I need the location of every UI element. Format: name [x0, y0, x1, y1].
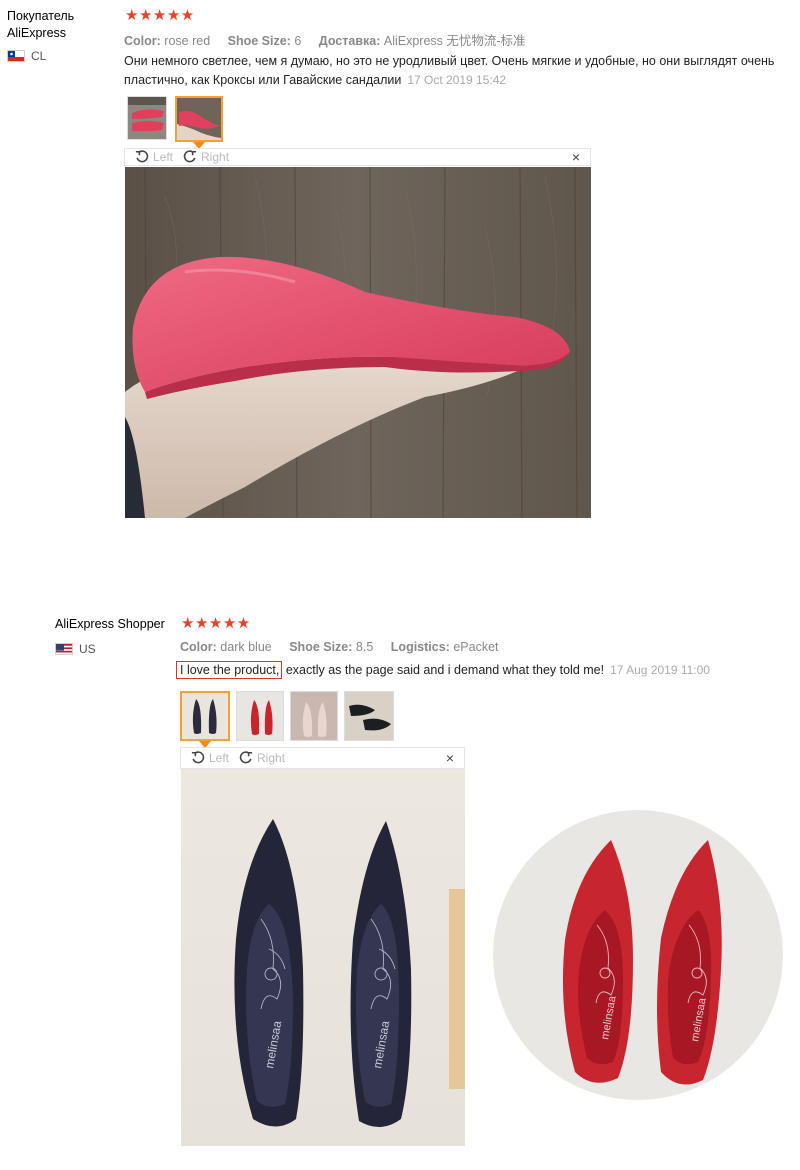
- star-rating: ★★★★★: [125, 7, 195, 24]
- shipping-label: Доставка:: [318, 34, 381, 48]
- size-label: Shoe Size:: [289, 640, 353, 654]
- color-label: Color:: [124, 34, 161, 48]
- color-label: Color:: [180, 640, 217, 654]
- rotate-right-label: Right: [257, 751, 286, 765]
- review-text-line2: пластично, как Кроксы или Гавайские санд…: [124, 73, 402, 87]
- review-text-line1: Они немного светлее, чем я думаю, но это…: [124, 54, 775, 68]
- review-photo-thumbnail-active[interactable]: [180, 691, 230, 741]
- review-date: 17 Oct 2019 15:42: [407, 73, 507, 87]
- reviewer-name-line1: Покупатель: [7, 9, 75, 23]
- color-value: dark blue: [220, 640, 272, 654]
- review-text: Они немного светлее, чем я думаю, но это…: [124, 52, 796, 90]
- rotate-right-label: Right: [201, 150, 230, 164]
- chile-flag-icon: [7, 50, 25, 62]
- reviewer-name: Покупатель AliExpress: [7, 8, 74, 42]
- us-flag-icon: [55, 643, 73, 655]
- shipping-value: ePacket: [453, 640, 499, 654]
- reviewer-name: AliExpress Shopper: [55, 617, 165, 631]
- country-code: US: [79, 642, 96, 656]
- highlighted-text: I love the product,: [176, 661, 283, 679]
- star-rating: ★★★★★: [181, 615, 251, 632]
- rotate-left-button[interactable]: Left: [191, 751, 229, 765]
- close-viewer-button[interactable]: ×: [572, 149, 580, 165]
- review-date: 17 Aug 2019 11:00: [610, 663, 710, 677]
- review-photo-thumbnail[interactable]: [127, 96, 167, 140]
- review-photo-thumbnail[interactable]: [344, 691, 394, 741]
- rotate-right-button[interactable]: Right: [183, 150, 229, 164]
- review-photo-large: [125, 167, 591, 518]
- review-text-rest: exactly as the page said and i demand wh…: [282, 663, 605, 677]
- rotate-left-label: Left: [209, 751, 230, 765]
- review-meta: Color: rose red Shoe Size: 6 Доставка: A…: [124, 30, 540, 49]
- image-viewer-toolbar: Left Right ×: [180, 747, 465, 769]
- reviewer-name-line2: AliExpress: [7, 26, 67, 40]
- rotate-left-button[interactable]: Left: [135, 150, 173, 164]
- size-label: Shoe Size:: [227, 34, 291, 48]
- size-value: 8.5: [355, 640, 374, 654]
- review-text: I love the product, exactly as the page …: [176, 661, 710, 680]
- promo-photo-red-shoes: melinsaa melinsaa: [493, 810, 783, 1100]
- rotate-right-button[interactable]: Right: [239, 751, 285, 765]
- image-viewer-toolbar: Left Right ×: [124, 148, 591, 166]
- review-photo-thumbnail-active[interactable]: [175, 96, 223, 142]
- shipping-value: AliExpress 无忧物流-标准: [383, 34, 526, 48]
- close-viewer-button[interactable]: ×: [446, 750, 454, 766]
- color-value: rose red: [164, 34, 211, 48]
- review-photo-thumbnail[interactable]: [236, 691, 284, 741]
- rotate-right-icon: [239, 751, 253, 764]
- reviewer-country: CL: [7, 49, 46, 63]
- shipping-label: Logistics:: [390, 640, 450, 654]
- review-photo-thumbnail[interactable]: [290, 691, 338, 741]
- reviewer-country: US: [55, 642, 96, 656]
- size-value: 6: [294, 34, 302, 48]
- rotate-left-label: Left: [153, 150, 174, 164]
- review-meta: Color: dark blue Shoe Size: 8.5 Logistic…: [180, 640, 513, 654]
- country-code: CL: [31, 49, 47, 63]
- review-photo-large: melinsaa melinsaa: [181, 769, 465, 1146]
- rotate-right-icon: [183, 150, 197, 163]
- rotate-left-icon: [191, 751, 205, 764]
- rotate-left-icon: [135, 150, 149, 163]
